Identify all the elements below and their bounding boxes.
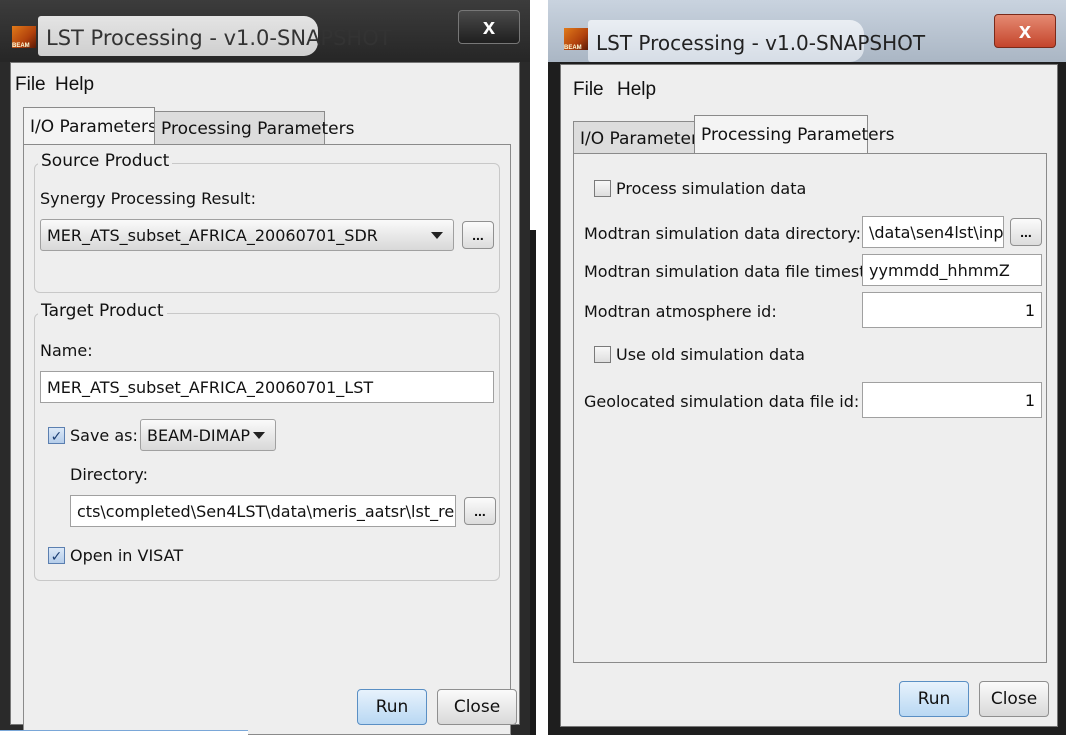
name-input[interactable]: MER_ATS_subset_AFRICA_20060701_LST <box>40 371 494 403</box>
browse-modtran-directory-button[interactable]: ... <box>1010 218 1042 246</box>
lst-processing-window-io: LST Processing - v1.0-SNAPSHOT x File He… <box>0 0 530 735</box>
browse-source-button[interactable]: ... <box>462 221 494 249</box>
modtran-directory-label: Modtran simulation data directory: <box>584 224 862 243</box>
title-bar[interactable]: LST Processing - v1.0-SNAPSHOT x <box>0 0 530 62</box>
window-divider <box>530 0 548 735</box>
directory-input[interactable]: cts\completed\Sen4LST\data\meris_aatsr\l… <box>70 495 456 527</box>
taskbar-fragment <box>0 730 248 736</box>
run-button[interactable]: Run <box>899 681 969 717</box>
directory-label: Directory: <box>70 465 148 484</box>
modtran-timestamp-input[interactable]: yymmdd_hhmmZ <box>862 254 1042 286</box>
beam-app-icon <box>564 28 588 51</box>
open-in-visat-label: Open in VISAT <box>70 546 184 565</box>
lst-processing-window-processing: LST Processing - v1.0-SNAPSHOT x File He… <box>548 0 1066 735</box>
format-select[interactable]: BEAM-DIMAP <box>140 419 276 451</box>
process-simulation-label: Process simulation data <box>616 179 807 198</box>
modtran-timestamp-label: Modtran simulation data file timestamp: <box>584 262 907 281</box>
tab-processing-parameters[interactable]: Processing Parameters <box>694 115 894 153</box>
process-simulation-checkbox[interactable] <box>594 180 611 197</box>
chevron-down-icon <box>431 232 443 239</box>
save-as-label: Save as: <box>70 426 138 445</box>
modtran-atmosphere-input[interactable]: 1 <box>862 292 1042 328</box>
synergy-result-select[interactable]: MER_ATS_subset_AFRICA_20060701_SDR <box>40 219 454 251</box>
tab-io-parameters[interactable]: I/O Parameters <box>573 121 707 155</box>
target-product-title: Target Product <box>38 301 167 321</box>
chevron-down-icon <box>253 432 265 439</box>
save-as-checkbox[interactable] <box>48 427 65 444</box>
use-old-simulation-label: Use old simulation data <box>616 345 805 364</box>
synergy-result-label: Synergy Processing Result: <box>40 189 256 208</box>
tab-processing-parameters[interactable]: Processing Parameters <box>154 111 354 145</box>
synergy-result-value: MER_ATS_subset_AFRICA_20060701_SDR <box>47 225 378 245</box>
close-window-button[interactable]: x <box>994 14 1056 48</box>
geolocated-file-id-label: Geolocated simulation data file id: <box>584 392 860 411</box>
close-button[interactable]: Close <box>979 681 1049 717</box>
source-product-title: Source Product <box>38 151 173 171</box>
open-in-visat-checkbox[interactable] <box>48 547 65 564</box>
format-value: BEAM-DIMAP <box>147 425 251 445</box>
browse-directory-button[interactable]: ... <box>464 497 496 525</box>
run-button[interactable]: Run <box>357 689 427 725</box>
modtran-atmosphere-label: Modtran atmosphere id: <box>584 302 777 321</box>
io-parameters-panel: Source Product Synergy Processing Result… <box>23 144 511 735</box>
modtran-directory-input[interactable]: \data\sen4lst\input <box>862 216 1004 248</box>
window-client-area: File Help I/O Parameters Processing Para… <box>560 64 1058 727</box>
menu-bar: File Help <box>561 65 1057 105</box>
window-client-area: File Help I/O Parameters Processing Para… <box>10 62 520 735</box>
use-old-simulation-checkbox[interactable] <box>594 346 611 363</box>
name-label: Name: <box>40 341 93 360</box>
window-title: LST Processing - v1.0-SNAPSHOT <box>596 31 926 55</box>
title-bar[interactable]: LST Processing - v1.0-SNAPSHOT x <box>548 0 1066 62</box>
menu-file[interactable]: File <box>15 74 46 96</box>
processing-parameters-panel: Process simulation data Modtran simulati… <box>573 153 1047 663</box>
beam-app-icon <box>12 26 36 49</box>
close-window-button[interactable]: x <box>458 10 520 44</box>
menu-help[interactable]: Help <box>617 79 656 101</box>
tab-io-parameters[interactable]: I/O Parameters <box>23 107 157 145</box>
close-button[interactable]: Close <box>437 689 517 725</box>
menu-help[interactable]: Help <box>55 74 94 96</box>
menu-file[interactable]: File <box>573 79 604 101</box>
geolocated-file-id-input[interactable]: 1 <box>862 382 1042 418</box>
menu-bar: File Help <box>11 63 519 103</box>
window-title: LST Processing - v1.0-SNAPSHOT <box>46 26 392 50</box>
